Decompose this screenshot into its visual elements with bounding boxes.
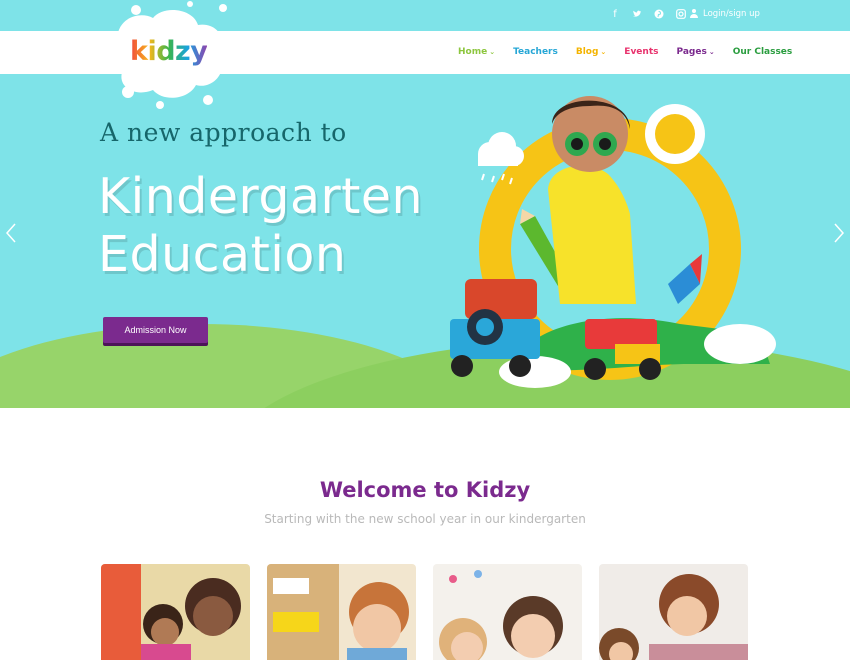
hero-illustration	[450, 96, 776, 388]
hero-subtitle: A new approach to	[100, 118, 347, 147]
nav-home-label: Home	[458, 47, 488, 57]
hero-title-line2: Education	[98, 226, 347, 283]
chevron-down-icon: ⌄	[489, 48, 496, 56]
chevron-left-icon	[5, 223, 16, 243]
nav-blog-label: Blog	[575, 47, 599, 57]
class-card-image[interactable]	[267, 564, 416, 660]
welcome-subtitle: Starting with the new school year in our…	[264, 512, 586, 526]
slider-next-button[interactable]	[832, 222, 846, 244]
nav-events[interactable]: Events	[624, 47, 658, 57]
hero-slider: A new approach to Kindergarten Education…	[0, 74, 850, 408]
nav-blog[interactable]: Blog ⌄	[576, 47, 606, 57]
social-links: f	[610, 9, 686, 21]
nav-teachers[interactable]: Teachers	[513, 47, 558, 57]
nav-events-label: Events	[624, 47, 659, 57]
login-label: Login/sign up	[703, 9, 760, 19]
nav-pages[interactable]: Pages ⌄	[676, 47, 714, 57]
user-icon	[690, 9, 698, 19]
chevron-down-icon: ⌄	[600, 48, 607, 56]
class-card-image[interactable]	[433, 564, 582, 660]
nav-our-classes[interactable]: Our Classes	[733, 47, 793, 57]
facebook-icon[interactable]: f	[610, 9, 620, 21]
hero-title: Kindergarten Education	[98, 168, 423, 284]
nav-home[interactable]: Home ⌄	[458, 47, 495, 57]
chevron-down-icon: ⌄	[708, 48, 715, 56]
pinterest-icon[interactable]	[654, 9, 664, 21]
logo[interactable]: kidzy	[130, 36, 208, 67]
instagram-icon[interactable]	[676, 9, 686, 21]
class-card-image[interactable]	[599, 564, 748, 660]
hero-title-line1: Kindergarten	[98, 168, 424, 225]
nav-teachers-label: Teachers	[513, 47, 558, 57]
nav-our-classes-label: Our Classes	[732, 47, 793, 57]
sun-icon	[645, 104, 705, 164]
class-card-image[interactable]	[101, 564, 250, 660]
admission-now-button[interactable]: Admission Now	[103, 317, 208, 343]
twitter-icon[interactable]	[632, 9, 642, 21]
slider-prev-button[interactable]	[4, 222, 18, 244]
nav-pages-label: Pages	[676, 47, 707, 57]
main-nav: Home ⌄ Teachers Blog ⌄ Events Pages ⌄ Ou…	[458, 47, 810, 57]
chevron-right-icon	[834, 223, 845, 243]
login-link[interactable]: Login/sign up	[690, 9, 760, 19]
logo-text: kidzy	[130, 36, 208, 67]
welcome-title: Welcome to Kidzy	[319, 478, 531, 502]
toy-truck-icon	[450, 279, 540, 377]
